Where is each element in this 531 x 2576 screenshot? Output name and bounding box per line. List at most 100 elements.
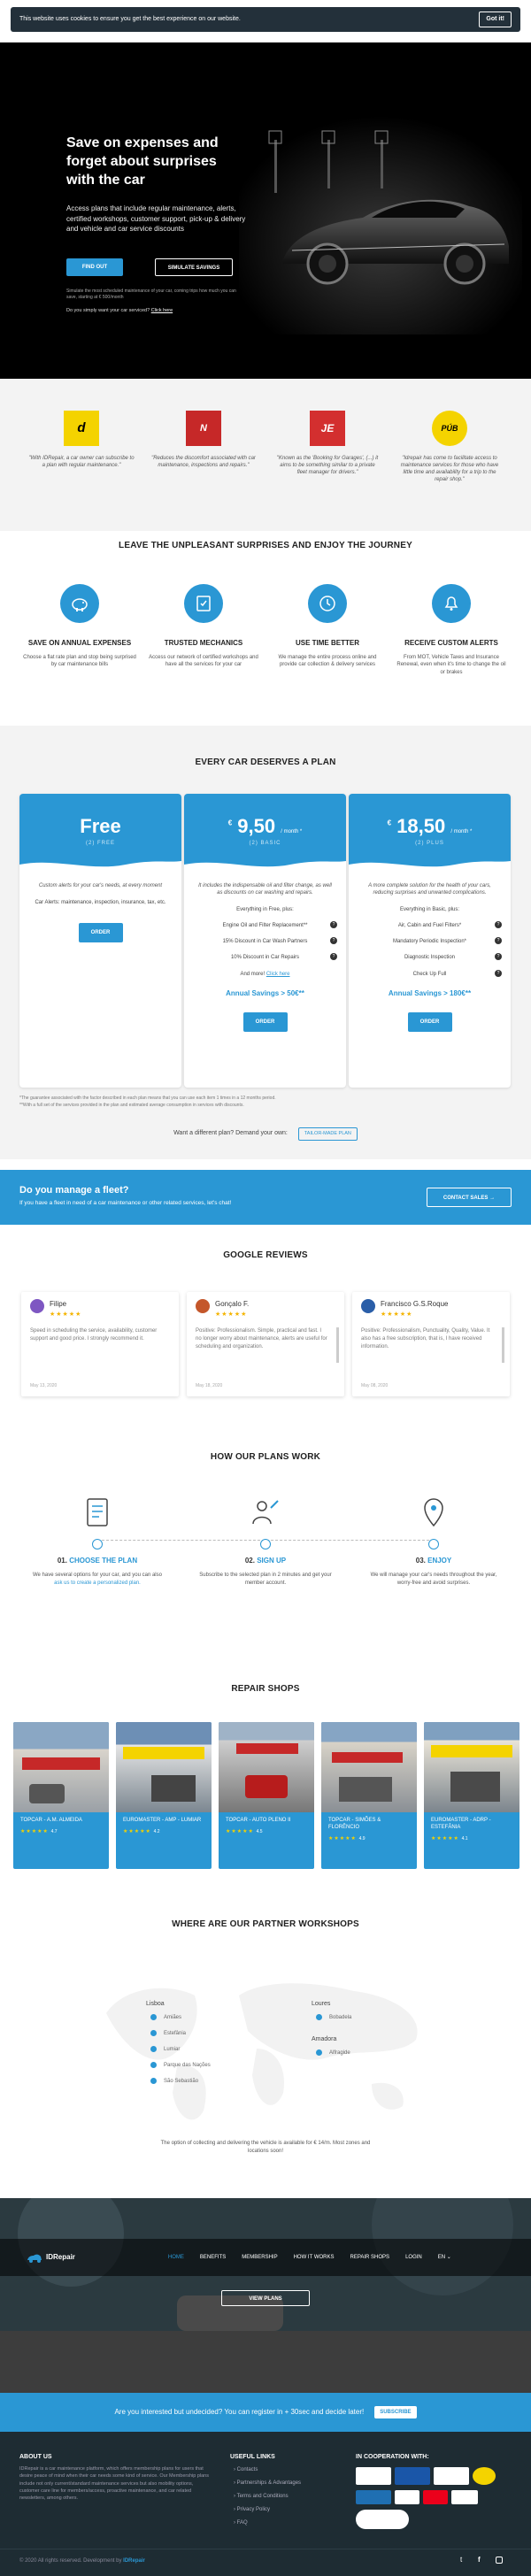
footer-link-contacts[interactable]: › Contacts <box>234 2466 301 2473</box>
order-button[interactable]: ORDER <box>78 923 123 943</box>
find-out-button[interactable]: FIND OUT <box>66 258 123 276</box>
scrollbar[interactable] <box>336 1327 339 1363</box>
location-item[interactable]: Bobadela <box>316 2014 351 2021</box>
shop-sign <box>431 1745 512 1757</box>
shop-rating: ★★★★★ 4.7 <box>13 1825 109 1839</box>
order-button[interactable]: ORDER <box>407 1012 452 1033</box>
step-link[interactable]: ask us to create a personalized plan. <box>54 1580 141 1586</box>
info-icon[interactable]: ? <box>330 953 337 961</box>
press-quote: "Idrepair has come to facilitate access … <box>400 456 499 483</box>
location-item[interactable]: Amiães <box>150 2014 181 2021</box>
language-selector[interactable]: EN ⌄ <box>438 2254 451 2261</box>
info-icon[interactable]: ? <box>495 953 502 961</box>
press-quote: "Reduces the discomfort associated with … <box>151 456 256 469</box>
shop-stars: ★★★★★ <box>431 1835 459 1842</box>
location-item[interactable]: Alfragide <box>316 2049 350 2057</box>
hero-title: Save on expenses and forget about surpri… <box>66 135 219 188</box>
benefits-title: LEAVE THE UNPLEASANT SURPRISES AND ENJOY… <box>119 541 412 550</box>
location-item[interactable]: Parque das Nações <box>150 2062 211 2069</box>
nav-login[interactable]: LOGIN <box>405 2254 422 2261</box>
fleet-banner: Do you manage a fleet? If you have a fle… <box>0 1170 531 1225</box>
tailor-made-plan-button[interactable]: TAILOR-MADE PLAN <box>297 1127 358 1142</box>
shop-car <box>29 1784 65 1803</box>
footer-link-faq[interactable]: › FAQ <box>234 2519 301 2526</box>
info-icon[interactable]: ? <box>495 969 502 977</box>
shop-name: TOPCAR - SIMÕES & FLORÊNCIO <box>328 1818 381 1830</box>
step-marker <box>428 1539 439 1550</box>
location-name: Alfragide <box>329 2050 350 2057</box>
plan-feature: Diagnostic Inspection? <box>349 950 511 965</box>
benefit-text: We manage the entire process online and … <box>278 654 377 668</box>
info-icon[interactable]: ? <box>495 921 502 929</box>
location-item[interactable]: Estefânia <box>150 2030 186 2037</box>
location-name: Bobadela <box>329 2015 352 2021</box>
hero-question-link[interactable]: Click here <box>151 308 173 313</box>
map-pin-icon <box>316 2049 322 2056</box>
shop-rating-value: 4.2 <box>153 1828 160 1834</box>
nav-how-it-works[interactable]: HOW IT WORKS <box>294 2254 335 2261</box>
shop-card[interactable]: TOPCAR - A.M. ALMEIDA ★★★★★ 4.7 <box>13 1722 109 1869</box>
plan-feature: Everything in Basic, plus: <box>399 907 460 913</box>
shop-rating-value: 4.9 <box>358 1835 366 1842</box>
shop-card[interactable]: EUROMASTER - ADRP - ESTEFÂNIA ★★★★★ 4.1 <box>424 1722 519 1869</box>
logo[interactable]: IDRepair <box>27 2252 75 2263</box>
shop-card[interactable]: TOPCAR - AUTO PLENO II ★★★★★ 4.5 <box>219 1722 314 1869</box>
nav-benefits[interactable]: BENEFITS <box>200 2254 226 2261</box>
reviewer-name: Francisco G.S.Roque <box>381 1300 449 1308</box>
plan-period: / month * <box>281 829 303 834</box>
shop-sign <box>123 1747 204 1759</box>
nav-membership[interactable]: MEMBERSHIP <box>242 2254 277 2261</box>
nav-home[interactable]: HOME <box>168 2254 184 2261</box>
info-icon[interactable]: ? <box>495 937 502 945</box>
avatar <box>361 1299 375 1313</box>
shop-rating-value: 4.5 <box>256 1828 263 1834</box>
view-plans-button[interactable]: VIEW PLANS <box>221 2290 310 2306</box>
plan-name: (2) BASIC <box>249 840 281 846</box>
order-button[interactable]: ORDER <box>242 1012 288 1033</box>
facebook-icon[interactable]: f <box>478 2556 481 2565</box>
about-title: ABOUT US <box>19 2454 52 2460</box>
plan-period: / month * <box>450 829 473 834</box>
region-lisboa: Lisboa <box>146 2001 165 2007</box>
footer-link-partnerships[interactable]: › Partnerships & Advantages <box>234 2480 301 2487</box>
partner-logo <box>356 2467 391 2485</box>
shop-card[interactable]: TOPCAR - SIMÕES & FLORÊNCIO ★★★★★ 4.9 <box>321 1722 417 1869</box>
contact-sales-button[interactable]: CONTACT SALES → <box>427 1188 512 1207</box>
shop-card[interactable]: EUROMASTER - AMP - LUMIAR ★★★★★ 4.2 <box>116 1722 212 1869</box>
review-date: May 13, 2020 <box>30 1383 58 1389</box>
plan-more-link[interactable]: Click here <box>266 972 290 977</box>
footer-link-label: Partnerships & Advantages <box>236 2480 302 2487</box>
info-icon[interactable]: ? <box>330 937 337 945</box>
plan-feature: Air, Cabin and Fuel Filters*? <box>349 918 511 934</box>
shop-door <box>151 1775 196 1802</box>
location-item[interactable]: São Sebastião <box>150 2078 198 2085</box>
press-logo: N <box>186 411 221 446</box>
step-marker <box>260 1539 271 1550</box>
plan-feature-label: Engine Oil and Filter Replacement** <box>222 923 308 929</box>
plan-currency: € <box>387 819 392 827</box>
plan-feature: Check Up Full? <box>349 966 511 982</box>
subscribe-button[interactable]: SUBSCRIBE <box>374 2405 417 2419</box>
clock-icon <box>308 584 347 623</box>
scrollbar[interactable] <box>502 1327 504 1363</box>
developer-link[interactable]: IDRepair <box>123 2558 145 2564</box>
location-item[interactable]: Lumiar <box>150 2046 180 2053</box>
twitter-icon[interactable]: t <box>460 2556 462 2565</box>
shop-photo <box>116 1722 212 1812</box>
nav-repair-shops[interactable]: REPAIR SHOPS <box>350 2254 389 2261</box>
instagram-icon[interactable] <box>496 2557 503 2564</box>
hero-section: Save on expenses and forget about surpri… <box>0 42 531 379</box>
world-map <box>106 1983 418 2120</box>
shop-car <box>245 1775 288 1798</box>
footer-link-terms[interactable]: › Terms and Conditions <box>234 2493 301 2500</box>
benefit-item: RECEIVE CUSTOM ALERTS From MOT, Vehicle … <box>395 584 508 677</box>
register-bar: Are you interested but undecided? You ca… <box>0 2393 531 2432</box>
cookie-accept-button[interactable]: Got it! <box>479 12 512 27</box>
benefit-item: TRUSTED MECHANICS Access our network of … <box>147 584 260 669</box>
simulate-savings-button[interactable]: SIMULATE SAVINGS <box>155 258 233 276</box>
shop-rating: ★★★★★ 4.2 <box>116 1825 212 1839</box>
payment-logo <box>451 2490 478 2504</box>
info-icon[interactable]: ? <box>330 921 337 929</box>
footer-link-privacy[interactable]: › Privacy Policy <box>234 2506 301 2513</box>
benefit-text: Access our network of certified workshop… <box>149 654 258 668</box>
